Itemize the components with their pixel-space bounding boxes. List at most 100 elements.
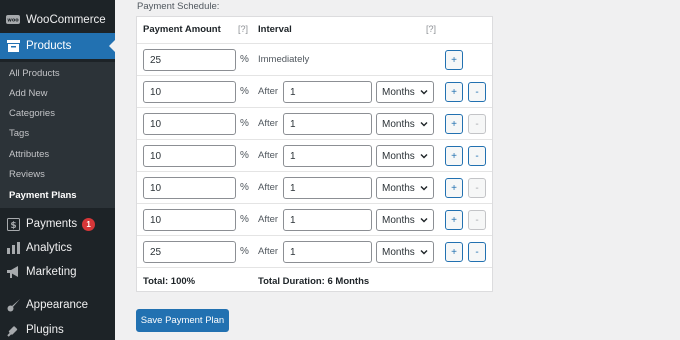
remove-row-button[interactable]: -: [468, 82, 486, 102]
interval-unit-select[interactable]: Months: [376, 241, 434, 263]
table-row: 25 % After 1 Months + -: [137, 235, 492, 267]
percent-sign: %: [240, 118, 249, 129]
admin-sidebar: woo WooCommerce Products All Products Ad…: [0, 0, 115, 340]
interval-input[interactable]: 1: [283, 145, 372, 167]
woocommerce-icon: woo: [6, 13, 20, 27]
col-payment-amount: Payment Amount: [143, 24, 221, 35]
payment-schedule-table: Payment Amount [?] Interval [?] 25 % Imm…: [136, 16, 493, 292]
amount-input[interactable]: 25: [143, 49, 236, 71]
add-row-button[interactable]: +: [445, 114, 463, 134]
menu-marketing[interactable]: Marketing: [0, 259, 115, 285]
submenu-all-products[interactable]: All Products: [9, 68, 60, 79]
menu-woocommerce[interactable]: woo WooCommerce: [0, 7, 115, 33]
amount-help-link[interactable]: [?]: [238, 24, 248, 34]
add-row-button[interactable]: +: [445, 146, 463, 166]
add-row-button[interactable]: +: [445, 50, 463, 70]
interval-input[interactable]: 1: [283, 177, 372, 199]
bar-chart-icon: [6, 241, 20, 255]
amount-input[interactable]: 10: [143, 177, 236, 199]
submenu-payment-plans[interactable]: Payment Plans: [9, 190, 77, 201]
after-label: After: [258, 214, 279, 225]
chevron-down-icon: [420, 122, 428, 127]
after-label: After: [258, 246, 279, 257]
chevron-down-icon: [420, 218, 428, 223]
table-row: 25 % Immediately +: [137, 43, 492, 75]
percent-sign: %: [240, 182, 249, 193]
select-value: Months: [382, 246, 415, 258]
interval-input[interactable]: 1: [283, 113, 372, 135]
products-submenu: All Products Add New Categories Tags Att…: [0, 62, 115, 208]
remove-row-button[interactable]: -: [468, 114, 486, 134]
chevron-down-icon: [420, 250, 428, 255]
chevron-down-icon: [420, 186, 428, 191]
after-label: After: [258, 118, 279, 129]
interval-unit-select[interactable]: Months: [376, 113, 434, 135]
dollar-icon: $: [6, 217, 20, 231]
select-value: Months: [382, 214, 415, 226]
total-duration: Total Duration: 6 Months: [258, 276, 370, 287]
menu-plugins[interactable]: Plugins: [0, 317, 115, 340]
amount-input[interactable]: 10: [143, 145, 236, 167]
interval-unit-select[interactable]: Months: [376, 177, 434, 199]
submenu-categories[interactable]: Categories: [9, 108, 55, 119]
menu-products[interactable]: Products: [0, 33, 115, 59]
after-label: After: [258, 150, 279, 161]
totals-row: Total: 100% Total Duration: 6 Months: [137, 267, 492, 293]
menu-label: Payments: [26, 218, 78, 230]
menu-label: Products: [26, 40, 72, 52]
amount-input[interactable]: 10: [143, 209, 236, 231]
svg-text:woo: woo: [7, 18, 19, 24]
interval-input[interactable]: 1: [283, 209, 372, 231]
svg-text:$: $: [10, 221, 16, 231]
remove-row-button[interactable]: -: [468, 242, 486, 262]
remove-row-button[interactable]: -: [468, 178, 486, 198]
menu-label: Marketing: [26, 266, 77, 278]
interval-unit-select[interactable]: Months: [376, 145, 434, 167]
submenu-attributes[interactable]: Attributes: [9, 149, 49, 160]
table-row: 10 % After 1 Months + -: [137, 75, 492, 107]
total-percent: Total: 100%: [143, 276, 196, 287]
select-value: Months: [382, 86, 415, 98]
percent-sign: %: [240, 150, 249, 161]
submenu-reviews[interactable]: Reviews: [9, 169, 45, 180]
remove-row-button[interactable]: -: [468, 210, 486, 230]
amount-input[interactable]: 10: [143, 113, 236, 135]
after-label: After: [258, 86, 279, 97]
add-row-button[interactable]: +: [445, 242, 463, 262]
after-label: After: [258, 182, 279, 193]
table-row: 10 % After 1 Months + -: [137, 139, 492, 171]
save-payment-plan-button[interactable]: Save Payment Plan: [136, 309, 229, 332]
notification-badge: 1: [82, 217, 96, 231]
menu-appearance[interactable]: Appearance: [0, 292, 115, 318]
percent-sign: %: [240, 246, 249, 257]
add-row-button[interactable]: +: [445, 210, 463, 230]
table-row: 10 % After 1 Months + -: [137, 107, 492, 139]
megaphone-icon: [6, 265, 20, 279]
remove-row-button[interactable]: -: [468, 146, 486, 166]
interval-input[interactable]: 1: [283, 241, 372, 263]
interval-unit-select[interactable]: Months: [376, 209, 434, 231]
immediately-label: Immediately: [258, 54, 310, 65]
archive-icon: [6, 39, 20, 53]
payment-schedule-caption: Payment Schedule:: [137, 1, 220, 12]
interval-help-link[interactable]: [?]: [426, 24, 436, 34]
submenu-add-new[interactable]: Add New: [9, 88, 48, 99]
add-row-button[interactable]: +: [445, 82, 463, 102]
menu-analytics[interactable]: Analytics: [0, 235, 115, 261]
table-row: 10 % After 1 Months + -: [137, 203, 492, 235]
interval-input[interactable]: 1: [283, 81, 372, 103]
add-row-button[interactable]: +: [445, 178, 463, 198]
chevron-down-icon: [420, 154, 428, 159]
percent-sign: %: [240, 86, 249, 97]
menu-label: Analytics: [26, 242, 73, 254]
menu-label: Plugins: [26, 324, 64, 336]
table-row: 10 % After 1 Months + -: [137, 171, 492, 203]
interval-unit-select[interactable]: Months: [376, 81, 434, 103]
amount-input[interactable]: 25: [143, 241, 236, 263]
plug-icon: [6, 323, 20, 337]
submenu-tags[interactable]: Tags: [9, 128, 29, 139]
amount-input[interactable]: 10: [143, 81, 236, 103]
percent-sign: %: [240, 54, 249, 65]
menu-payments[interactable]: $ Payments 1: [0, 211, 115, 237]
select-value: Months: [382, 150, 415, 162]
